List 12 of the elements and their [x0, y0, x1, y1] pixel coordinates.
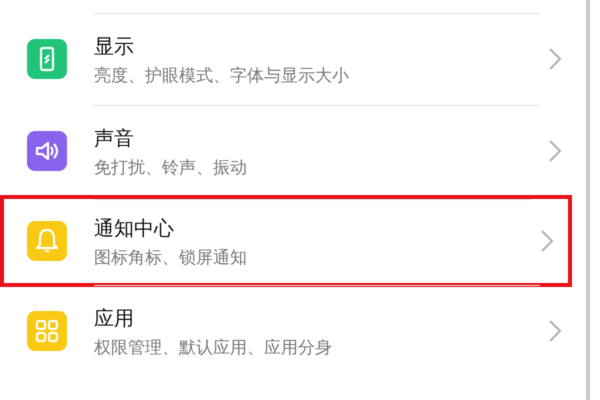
- setting-title[interactable]: 应用: [94, 304, 540, 330]
- setting-description: 权限管理、默认应用、应用分身: [94, 336, 333, 358]
- setting-description: 免打扰、铃声、振动: [94, 156, 248, 178]
- chevron-icon: [548, 139, 562, 163]
- setting-title[interactable]: 通知中心: [94, 214, 532, 240]
- chevron-icon: [548, 319, 562, 343]
- chevron-icon: [548, 47, 562, 71]
- setting-description: 图标角标、锁屏通知: [94, 246, 248, 268]
- setting-title[interactable]: 显示: [94, 32, 540, 58]
- setting-title[interactable]: 声音: [94, 124, 540, 150]
- chevron-icon: [540, 229, 554, 253]
- setting-description: 亮度、护眼模式、字体与显示大小: [94, 64, 350, 86]
